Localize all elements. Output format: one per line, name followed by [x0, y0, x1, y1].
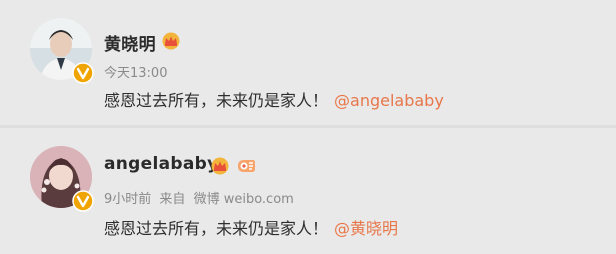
weibo-post-2: angelababy 9小时前 来自 微博 weibo.com 感恩过去所有，未…	[0, 128, 616, 254]
username[interactable]: 黄晓明	[104, 30, 156, 55]
source-prefix: 来自	[159, 192, 186, 207]
vip-crown-icon[interactable]	[161, 32, 181, 50]
verified-badge-icon	[72, 190, 94, 212]
post-content: 感恩过去所有，未来仍是家人！ @angelababy	[104, 87, 444, 111]
post-meta: 9小时前 来自 微博 weibo.com	[104, 188, 298, 207]
post-meta: 今天13:00	[104, 62, 171, 81]
post-time[interactable]: 今天13:00	[104, 66, 167, 81]
post-content: 感恩过去所有，未来仍是家人！ @黄晓明	[104, 215, 398, 239]
mention-link[interactable]: @angelababy	[334, 91, 444, 110]
verified-badge-icon	[72, 62, 94, 84]
post-text: 感恩过去所有，未来仍是家人！	[104, 219, 329, 238]
post-source[interactable]: 微博 weibo.com	[194, 192, 294, 207]
avatar[interactable]	[30, 18, 94, 84]
vip-crown-icon[interactable]	[210, 157, 230, 175]
weibo-post-1: 黄晓明 今天13:00 感恩过去所有，未来仍是家人！ @angelababy	[0, 0, 616, 125]
avatar[interactable]	[30, 146, 94, 212]
username[interactable]: angelababy	[104, 154, 218, 174]
post-time[interactable]: 9小时前	[104, 192, 151, 207]
post-text: 感恩过去所有，未来仍是家人！	[104, 91, 329, 110]
fan-badge-icon[interactable]	[235, 157, 257, 175]
mention-link[interactable]: @黄晓明	[334, 219, 398, 238]
